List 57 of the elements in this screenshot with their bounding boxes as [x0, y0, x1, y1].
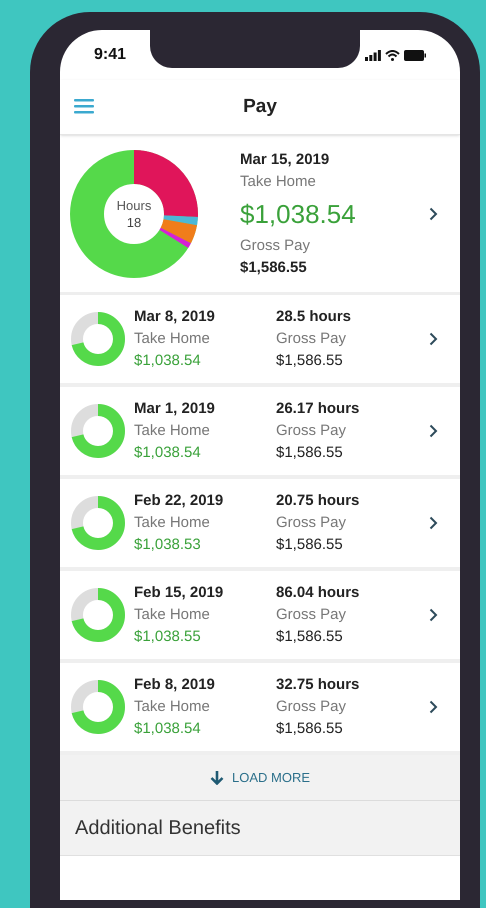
page-title: Pay	[243, 94, 277, 119]
take-home-label: Take Home	[240, 172, 317, 192]
take-home-label: Take Home	[134, 605, 211, 625]
pay-date: Feb 8, 2019	[134, 675, 216, 695]
menu-button[interactable]	[74, 98, 94, 114]
take-home-amount: $1,038.55	[134, 627, 202, 647]
gross-pay-label: Gross Pay	[276, 697, 348, 717]
hours-donut-icon	[70, 403, 126, 459]
hours-worked: 20.75 hours	[276, 491, 360, 511]
gross-pay-label: Gross Pay	[276, 421, 348, 441]
take-home-label: Take Home	[134, 329, 211, 349]
take-home-amount: $1,038.54	[240, 198, 357, 230]
pay-date: Mar 15, 2019	[240, 150, 330, 170]
gross-pay-amount: $1,586.55	[276, 719, 344, 739]
hours-donut-icon	[70, 495, 126, 551]
gross-pay-label: Gross Pay	[276, 605, 348, 625]
take-home-amount: $1,038.54	[134, 351, 202, 371]
hours-donut-icon	[70, 587, 126, 643]
hours-worked: 26.17 hours	[276, 399, 360, 419]
gross-pay-label: Gross Pay	[276, 513, 348, 533]
load-more-button[interactable]: LOAD MORE	[206, 764, 314, 792]
gross-pay-amount: $1,586.55	[276, 627, 344, 647]
gross-pay-amount: $1,586.55	[276, 351, 344, 371]
gross-pay-amount: $1,586.55	[240, 258, 308, 278]
pay-date: Mar 8, 2019	[134, 307, 216, 327]
chart-center-label: Hours	[116, 196, 152, 214]
arrow-down-icon	[210, 770, 224, 785]
gross-pay-label: Gross Pay	[240, 236, 312, 256]
chevron-right-icon	[429, 516, 438, 530]
status-time: 9:41	[94, 45, 126, 65]
take-home-label: Take Home	[134, 421, 211, 441]
take-home-label: Take Home	[134, 513, 211, 533]
pay-date: Feb 22, 2019	[134, 491, 224, 511]
hours-donut-icon	[70, 679, 126, 735]
take-home-amount: $1,038.54	[134, 443, 202, 463]
gross-pay-label: Gross Pay	[276, 329, 348, 349]
signal-icon	[365, 50, 381, 60]
take-home-amount: $1,038.54	[134, 719, 202, 739]
hours-donut-icon	[70, 311, 126, 367]
take-home-amount: $1,038.53	[134, 535, 202, 555]
chart-center-value: 18	[126, 214, 142, 230]
hours-worked: 86.04 hours	[276, 583, 360, 603]
chevron-right-icon	[429, 424, 438, 438]
hours-worked: 28.5 hours	[276, 307, 352, 327]
gross-pay-amount: $1,586.55	[276, 535, 344, 555]
take-home-label: Take Home	[134, 697, 211, 717]
pay-date: Feb 15, 2019	[134, 583, 224, 603]
chevron-right-icon	[429, 700, 438, 714]
hours-worked: 32.75 hours	[276, 675, 360, 695]
chevron-right-icon	[429, 332, 438, 346]
pay-date: Mar 1, 2019	[134, 399, 216, 419]
section-title: Additional Benefits	[75, 816, 241, 841]
battery-icon	[404, 50, 426, 60]
chevron-right-icon	[429, 608, 438, 622]
chevron-right-icon	[429, 206, 438, 220]
gross-pay-amount: $1,586.55	[276, 443, 344, 463]
wifi-icon	[385, 50, 400, 60]
